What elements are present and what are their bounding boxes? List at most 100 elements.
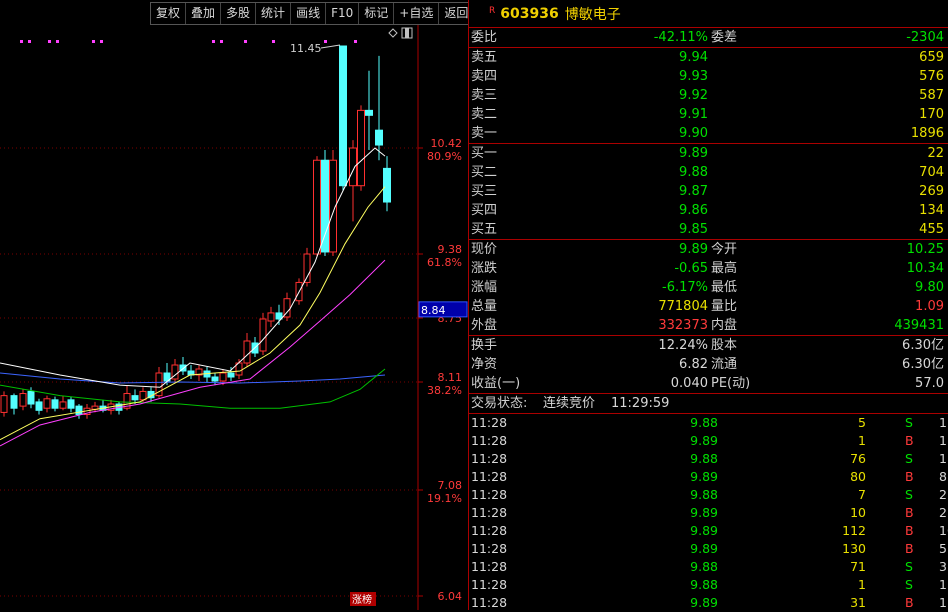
toolbar-btn-8[interactable]: 返回: [439, 3, 468, 24]
fund-value: 0.040: [670, 376, 708, 391]
toolbar-btn-7[interactable]: +自选: [394, 3, 440, 24]
tick-count: 8: [939, 469, 947, 484]
tick-volume: 5: [858, 415, 866, 430]
sell-row: 卖五 9.94 659: [469, 48, 948, 67]
quote-label: 内盘: [711, 318, 738, 333]
tick-volume: 112: [842, 523, 866, 538]
quote-value: 10.25: [906, 242, 944, 257]
signal-dot: [220, 40, 223, 43]
sell-label: 卖五: [471, 50, 498, 65]
quote-label: 涨跌: [471, 261, 498, 276]
buy-volume: 269: [919, 184, 944, 199]
buy-label: 买四: [471, 203, 498, 218]
sell-volume: 659: [919, 50, 944, 65]
tick-price: 9.88: [690, 577, 718, 592]
tick-count: 10: [939, 523, 948, 538]
quote-label: 最高: [711, 261, 738, 276]
toolbar-btn-6[interactable]: 标记: [359, 3, 395, 24]
axis-price-label: 6.04: [438, 590, 463, 603]
sell-row: 卖三 9.92 587: [469, 86, 948, 105]
axis-pct-label: 38.2%: [427, 384, 462, 397]
weibi-value: -42.11%: [653, 30, 708, 45]
tick-list[interactable]: 11:28 9.88 5 S 1 11:28 9.89 1 B 1 11:28 9.88 76 S 1 11:…: [469, 413, 948, 612]
tick-row: 11:28 9.89 10 B 2: [469, 504, 948, 522]
tick-count: 1: [939, 415, 947, 430]
tick-price: 9.89: [690, 469, 718, 484]
fund-label: 净资: [471, 357, 498, 372]
quote-value: 9.80: [915, 280, 944, 295]
axis-price-label: 7.08: [438, 479, 463, 492]
toolbar-btn-0[interactable]: 复权: [151, 3, 187, 24]
candle-body: [267, 312, 275, 322]
tick-side: B: [905, 595, 914, 610]
candle-body: [51, 399, 59, 409]
quote-stats: 现价 9.89 今开 10.25 涨跌 -0.65 最高 10.34 涨幅 -6.17% 最低 9.8…: [469, 239, 948, 335]
signal-dot: [354, 40, 357, 43]
axis-pct-label: 19.1%: [427, 492, 462, 505]
tick-side: B: [905, 541, 914, 556]
quote-panel: R 603936 博敏电子 委比 -42.11% 委差 -2304 卖五 9.94…: [468, 0, 948, 610]
candle-body: [303, 253, 311, 283]
fund-value: 12.24%: [658, 338, 708, 353]
candle-body: [139, 390, 147, 401]
quote-label: 涨幅: [471, 280, 498, 295]
diamond-icon: [388, 28, 398, 38]
candle-body: [349, 147, 357, 187]
stock-title: R 603936 博敏电子: [469, 0, 948, 27]
candle-body: [321, 159, 329, 253]
candle-body: [59, 401, 67, 409]
tick-time: 11:28: [471, 433, 508, 448]
fund-row: 净资 6.82 流通 6.30亿: [469, 355, 948, 374]
kline-svg[interactable]: 10.4280.9%9.3861.8%8.758.1138.2%7.0819.1…: [0, 0, 468, 610]
tick-price: 9.89: [690, 541, 718, 556]
tick-volume: 76: [850, 451, 866, 466]
fund-value: 6.30亿: [902, 357, 944, 372]
toolbar-btn-4[interactable]: 画线: [291, 3, 327, 24]
fund-label: PE(动): [711, 376, 751, 391]
quote-label: 量比: [711, 299, 738, 314]
fund-row: 收益(一) 0.040 PE(动) 57.0: [469, 374, 948, 393]
candle-body: [339, 45, 347, 187]
sell-price: 9.92: [679, 88, 708, 103]
trade-status-label: 交易状态:: [471, 396, 528, 411]
stock-name[interactable]: 博敏电子: [565, 4, 621, 24]
sell-row: 卖四 9.93 576: [469, 67, 948, 86]
quote-value: 9.89: [679, 242, 708, 257]
tick-time: 11:28: [471, 487, 508, 502]
signal-dot: [324, 40, 327, 43]
buy-price: 9.86: [679, 203, 708, 218]
candle-body: [211, 376, 219, 382]
tick-side: B: [905, 505, 914, 520]
tick-time: 11:28: [471, 523, 508, 538]
toolbar-btn-3[interactable]: 统计: [256, 3, 292, 24]
toolbar-btn-2[interactable]: 多股: [221, 3, 257, 24]
tick-side: B: [905, 469, 914, 484]
tick-row: 11:28 9.88 1 S 1: [469, 576, 948, 594]
tick-volume: 10: [850, 505, 866, 520]
candle-body: [243, 340, 251, 364]
buy-label: 买五: [471, 222, 498, 237]
toolbar-btn-1[interactable]: 叠加: [186, 3, 222, 24]
tick-volume: 31: [850, 595, 866, 610]
toolbar-btn-5[interactable]: F10: [326, 3, 360, 24]
candle-body: [275, 312, 283, 320]
tick-volume: 1: [858, 433, 866, 448]
stock-code[interactable]: 603936: [500, 6, 558, 22]
sell-price: 9.94: [679, 50, 708, 65]
candle-body: [0, 395, 8, 413]
fund-label: 收益(一): [471, 376, 521, 391]
quote-value: 439431: [894, 318, 944, 333]
fund-value: 6.30亿: [902, 338, 944, 353]
sell-label: 卖三: [471, 88, 498, 103]
tick-side: S: [905, 451, 913, 466]
quote-label: 现价: [471, 242, 498, 257]
tick-side: S: [905, 577, 913, 592]
tick-time: 11:28: [471, 559, 508, 574]
tick-row: 11:28 9.89 112 B 10: [469, 522, 948, 540]
sell-label: 卖四: [471, 69, 498, 84]
kline-chart[interactable]: 10.42 80.9% 9.38 61.8% 8.75 8.11 38.2% 7.08 19.1…: [0, 0, 468, 610]
candle-body: [75, 405, 83, 416]
fund-label: 换手: [471, 338, 498, 353]
signal-dot: [28, 40, 31, 43]
tick-row: 11:28 9.89 31 B 1: [469, 594, 948, 612]
